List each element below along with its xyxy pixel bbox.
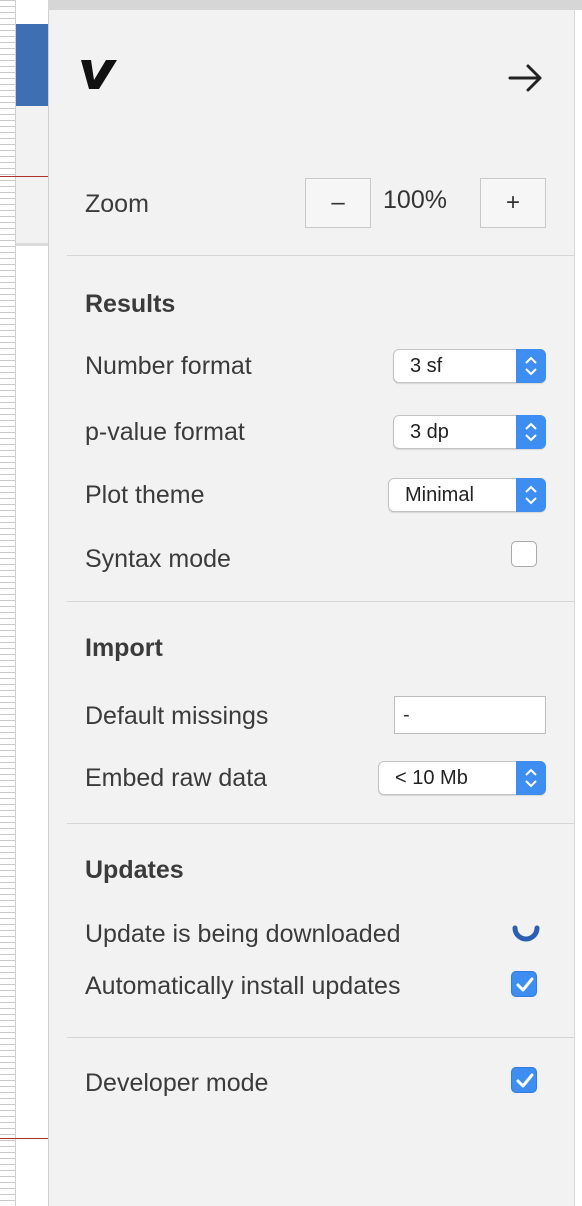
pvalue-format-label: p-value format <box>85 418 245 446</box>
loading-spinner-icon <box>512 925 540 942</box>
checkmark-icon <box>516 977 534 992</box>
settings-panel: Zoom – 100% + Results Number format 3 sf… <box>48 10 575 1206</box>
separator <box>67 255 575 256</box>
default-missings-label: Default missings <box>85 702 269 730</box>
separator <box>67 601 575 602</box>
developer-mode-label: Developer mode <box>85 1069 269 1097</box>
arrow-right-icon[interactable] <box>506 62 546 94</box>
select-arrows-icon <box>516 349 546 383</box>
default-missings-input[interactable] <box>394 696 546 734</box>
results-heading: Results <box>85 290 176 318</box>
plot-theme-value: Minimal <box>405 484 474 506</box>
background-divider <box>0 1138 48 1139</box>
checkmark-icon <box>516 1073 534 1088</box>
zoom-level: 100% <box>383 186 447 214</box>
embed-raw-data-value: < 10 Mb <box>395 767 468 789</box>
background-toolbar <box>16 24 48 106</box>
window-edge <box>574 10 582 1206</box>
update-status-label: Update is being downloaded <box>85 920 401 948</box>
separator <box>67 1037 575 1038</box>
number-format-label: Number format <box>85 352 252 380</box>
select-arrows-icon <box>516 478 546 512</box>
number-format-select[interactable]: 3 sf <box>393 349 546 383</box>
window-top-edge <box>0 0 582 10</box>
zoom-label: Zoom <box>85 190 149 218</box>
pvalue-format-value: 3 dp <box>410 421 449 443</box>
zoom-out-button[interactable]: – <box>305 178 371 228</box>
zoom-in-button[interactable]: + <box>480 178 546 228</box>
embed-raw-data-select[interactable]: < 10 Mb <box>378 761 546 795</box>
auto-install-label: Automatically install updates <box>85 972 401 1000</box>
background-divider <box>0 176 48 177</box>
syntax-mode-label: Syntax mode <box>85 545 231 573</box>
plot-theme-select[interactable]: Minimal <box>388 478 546 512</box>
auto-install-checkbox[interactable] <box>511 971 537 997</box>
syntax-mode-checkbox[interactable] <box>511 541 537 567</box>
developer-mode-checkbox[interactable] <box>511 1067 537 1093</box>
separator <box>67 823 575 824</box>
pvalue-format-select[interactable]: 3 dp <box>393 415 546 449</box>
jamovi-logo-icon <box>81 60 117 89</box>
select-arrows-icon <box>516 761 546 795</box>
updates-heading: Updates <box>85 856 184 884</box>
select-arrows-icon <box>516 415 546 449</box>
import-heading: Import <box>85 634 163 662</box>
number-format-value: 3 sf <box>410 355 443 377</box>
embed-raw-data-label: Embed raw data <box>85 764 268 792</box>
plot-theme-label: Plot theme <box>85 481 205 509</box>
